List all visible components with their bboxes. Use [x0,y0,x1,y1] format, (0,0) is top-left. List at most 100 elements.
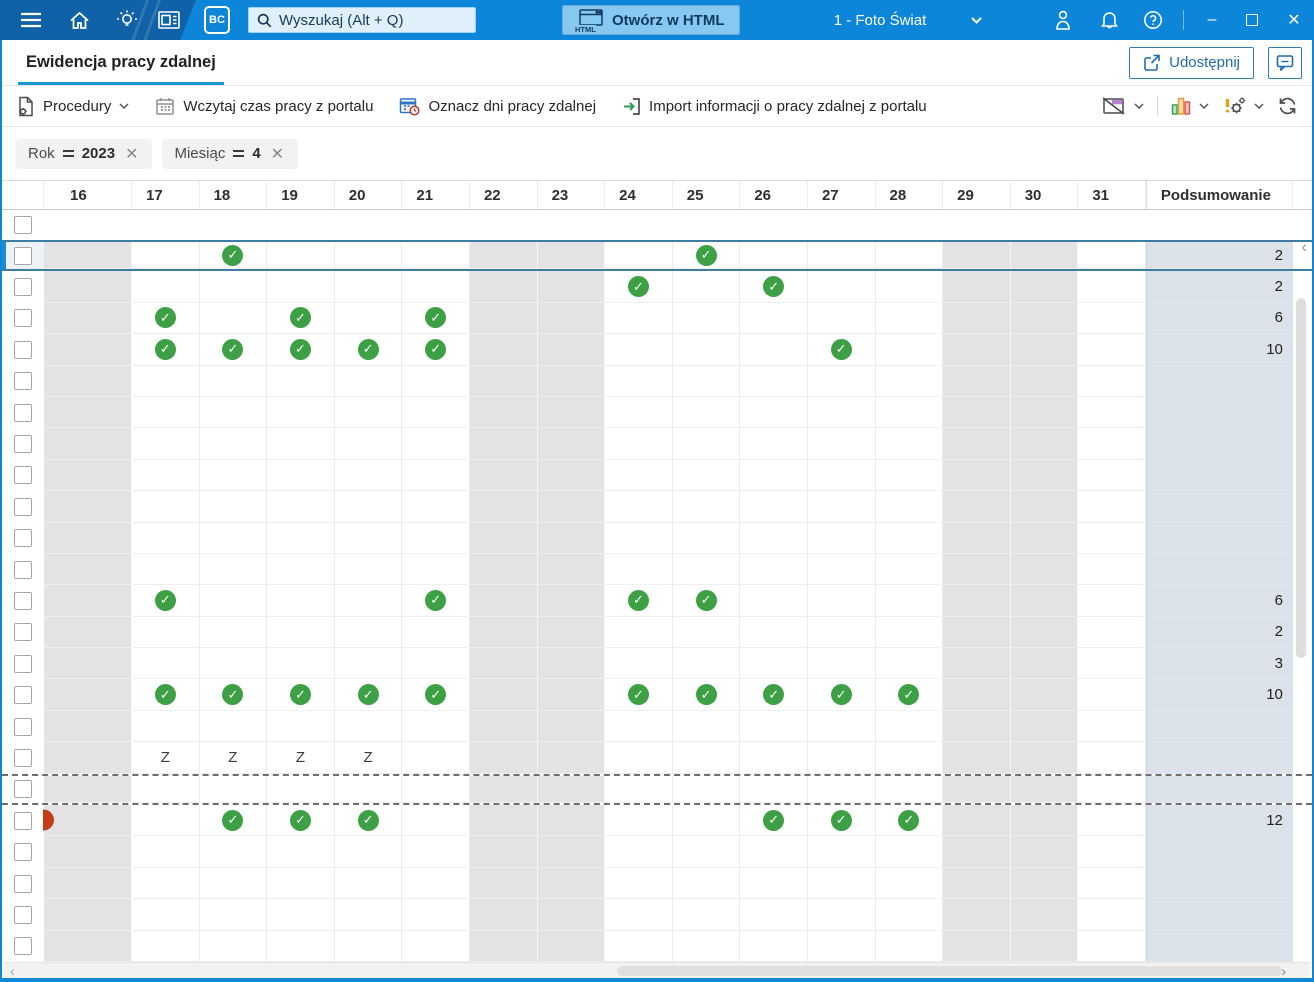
day-cell[interactable] [1078,242,1146,270]
day-cell[interactable] [132,836,200,868]
day-cell[interactable] [1078,585,1146,617]
day-cell[interactable]: ✓ [740,271,808,303]
day-cell[interactable] [334,710,403,743]
day-cell[interactable] [605,867,673,900]
day-cell[interactable] [334,648,403,680]
day-cell[interactable] [807,365,876,397]
search-input[interactable] [279,11,467,29]
day-column-header[interactable]: 17 [132,181,200,209]
day-cell[interactable]: ✓ [199,242,268,270]
day-cell[interactable] [469,930,538,962]
day-cell[interactable] [402,899,470,931]
refresh-button[interactable] [1277,96,1298,116]
day-cell[interactable] [605,616,673,649]
window-maximize-button[interactable] [1238,0,1266,40]
day-cell[interactable] [44,679,132,711]
day-cell[interactable] [672,775,741,804]
day-cell[interactable] [875,930,944,962]
day-cell[interactable] [875,585,944,617]
day-cell[interactable] [605,428,673,460]
day-cell[interactable] [605,396,673,429]
day-cell[interactable] [1078,616,1146,649]
factbox-collapse-chevron-icon[interactable]: ‹ [1301,237,1307,257]
day-cell[interactable] [402,805,470,837]
day-cell[interactable] [807,491,876,523]
day-cell[interactable] [1010,491,1079,523]
day-cell[interactable] [469,805,538,837]
day-cell[interactable] [943,775,1011,804]
day-cell[interactable] [807,553,876,586]
business-central-icon[interactable]: BC [200,0,234,40]
day-cell[interactable] [1078,491,1146,523]
day-cell[interactable] [875,899,944,931]
day-cell[interactable] [672,899,741,931]
home-icon[interactable] [64,0,94,40]
day-cell[interactable] [672,648,741,680]
import-remote-info-action[interactable]: Import informacji o pracy zdalnej z port… [622,97,927,116]
day-cell[interactable] [44,616,132,649]
day-cell[interactable] [469,396,538,429]
day-cell[interactable] [469,742,538,774]
day-cell[interactable] [537,585,606,617]
notifications-bell-icon[interactable] [1094,0,1124,40]
day-column-header[interactable]: 18 [200,181,268,209]
day-cell[interactable] [672,805,741,837]
row-checkbox[interactable] [14,811,32,830]
day-cell[interactable] [44,271,132,303]
day-cell[interactable] [402,459,470,492]
day-cell[interactable] [132,459,200,492]
row-checkbox[interactable] [14,529,32,548]
day-cell[interactable] [1078,522,1146,554]
day-cell[interactable]: Z [267,742,335,774]
day-cell[interactable] [1078,867,1146,900]
day-cell[interactable] [402,930,470,962]
day-cell[interactable] [1078,710,1146,743]
day-cell[interactable] [672,836,741,868]
day-cell[interactable] [672,428,741,460]
day-cell[interactable] [875,365,944,397]
day-cell[interactable] [943,930,1011,962]
row-checkbox[interactable] [14,874,32,893]
day-cell[interactable] [537,553,606,586]
day-cell[interactable]: ✓ [807,805,876,837]
day-cell[interactable] [537,459,606,492]
day-cell[interactable] [267,836,335,868]
day-cell[interactable] [1010,867,1079,900]
day-cell[interactable]: ✓ [334,805,403,837]
day-cell[interactable] [875,775,944,804]
day-cell[interactable]: ✓ [605,585,673,617]
day-cell[interactable] [672,365,741,397]
day-cell[interactable] [1010,302,1079,335]
day-cell[interactable] [469,491,538,523]
procedures-menu[interactable]: Procedury [16,96,129,117]
day-cell[interactable] [44,396,132,429]
day-cell[interactable] [469,302,538,335]
day-cell[interactable] [44,836,132,868]
day-cell[interactable]: ✓ [875,679,944,711]
day-cell[interactable] [402,396,470,429]
day-cell[interactable] [875,242,944,270]
day-cell[interactable] [334,867,403,900]
day-cell[interactable] [199,491,268,523]
day-cell[interactable] [740,742,808,774]
day-cell[interactable]: ✓ [334,679,403,711]
mark-remote-days-action[interactable]: Oznacz dni pracy zdalnej [399,96,596,116]
day-cell[interactable] [537,805,606,837]
day-cell[interactable] [740,553,808,586]
day-cell[interactable]: ✓ [132,679,200,711]
day-cell[interactable] [875,459,944,492]
day-cell[interactable] [199,459,268,492]
day-cell[interactable] [132,867,200,900]
day-cell[interactable] [875,334,944,366]
load-work-time-action[interactable]: Wczytaj czas pracy z portalu [155,97,373,116]
day-cell[interactable] [537,648,606,680]
day-cell[interactable] [334,585,403,617]
row-checkbox[interactable] [14,246,32,265]
day-cell[interactable] [469,585,538,617]
day-cell[interactable] [875,648,944,680]
day-cell[interactable] [469,428,538,460]
day-cell[interactable] [1010,428,1079,460]
day-cell[interactable] [605,459,673,492]
day-cell[interactable] [1010,553,1079,586]
day-cell[interactable] [807,648,876,680]
